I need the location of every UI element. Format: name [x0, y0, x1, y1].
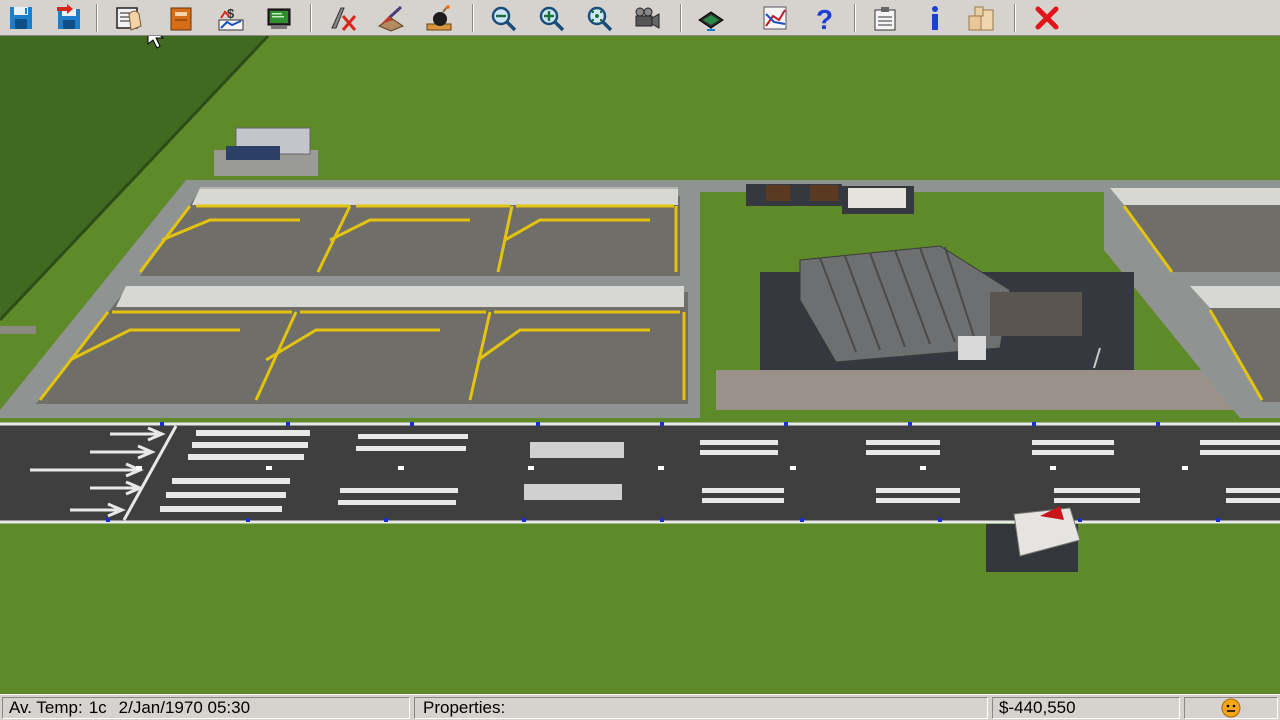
floppy-arrow-icon	[57, 4, 80, 29]
boxes-icon	[968, 6, 994, 31]
monitor-button[interactable]	[264, 3, 294, 33]
view-layer-button[interactable]	[696, 3, 726, 33]
scissors-x-icon	[331, 7, 357, 31]
svg-text:$: $	[227, 6, 235, 21]
camera-icon	[635, 7, 660, 29]
bomb-button[interactable]	[424, 3, 454, 33]
airport-map-view[interactable]	[0, 22, 1280, 694]
computer-monitor-icon	[267, 8, 291, 29]
save-as-button[interactable]	[54, 3, 84, 33]
clipboard-icon	[874, 7, 896, 31]
finances-button[interactable]: $	[216, 3, 246, 33]
eye-layer-icon	[698, 11, 724, 31]
zoom-fit-button[interactable]	[584, 3, 614, 33]
smiley-face-icon	[1221, 698, 1241, 718]
notebook-icon	[170, 7, 192, 31]
help-button[interactable]: ?	[810, 3, 840, 33]
bomb-icon	[426, 5, 452, 31]
save-button[interactable]	[6, 3, 36, 33]
inventory-button[interactable]	[966, 3, 996, 33]
toolbar: $ ?	[0, 0, 1280, 36]
temp-label: Av. Temp:	[9, 698, 83, 717]
shovel-icon	[377, 5, 405, 32]
zoom-in-button[interactable]	[536, 3, 566, 33]
orders-button[interactable]	[166, 3, 196, 33]
temperature-date-panel: Av. Temp: 1c 2/Jan/1970 05:30	[2, 697, 410, 719]
build-menu-button[interactable]	[114, 3, 144, 33]
remove-button[interactable]	[328, 3, 358, 33]
info-icon	[932, 6, 938, 30]
temp-value: 1c	[88, 698, 107, 717]
zoom-out-button[interactable]	[488, 3, 518, 33]
game-date-time: 2/Jan/1970 05:30	[118, 698, 251, 717]
question-mark-icon: ?	[816, 4, 833, 32]
graph-icon	[763, 6, 787, 30]
floppy-disk-icon	[10, 7, 32, 29]
mood-panel[interactable]	[1184, 697, 1278, 719]
svg-text:?: ?	[816, 4, 833, 32]
status-bar: Av. Temp: 1c 2/Jan/1970 05:30 Properties…	[0, 694, 1280, 720]
reports-button[interactable]	[870, 3, 900, 33]
zoom-out-icon	[491, 6, 517, 32]
hand-grab-icon	[116, 7, 142, 31]
money-chart-icon: $	[218, 6, 244, 31]
money-balance: $-440,550	[999, 698, 1076, 717]
money-panel: $-440,550	[992, 697, 1180, 719]
zoom-fit-icon	[587, 6, 613, 32]
properties-panel: Properties:	[414, 697, 988, 719]
camera-button[interactable]	[632, 3, 662, 33]
properties-label: Properties:	[423, 698, 506, 717]
bulldoze-button[interactable]	[376, 3, 406, 33]
zoom-in-icon	[539, 6, 565, 32]
close-x-icon	[1035, 6, 1059, 30]
info-button[interactable]	[920, 3, 950, 33]
graph-button[interactable]	[760, 3, 790, 33]
exit-button[interactable]	[1032, 3, 1062, 33]
